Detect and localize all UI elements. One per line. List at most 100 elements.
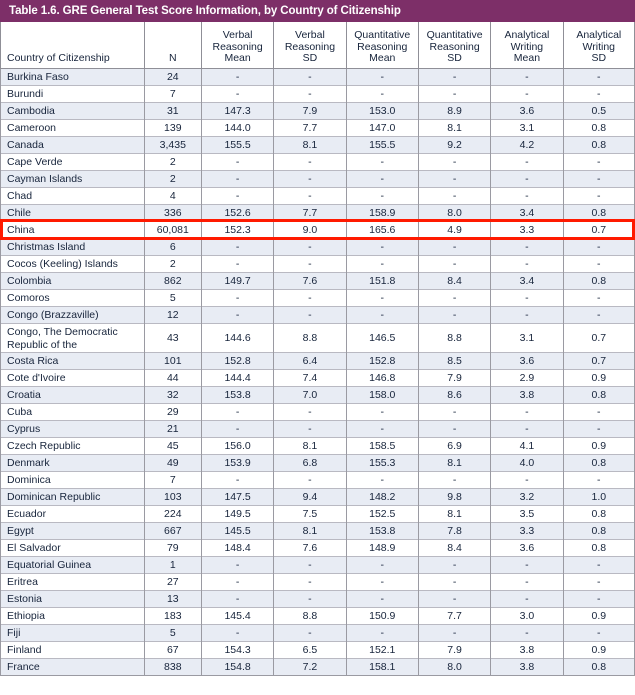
cell-value: 8.4 — [417, 271, 492, 289]
cell-value: 3,435 — [143, 135, 202, 153]
column-header-line: Mean — [369, 52, 396, 64]
cell-value: - — [200, 288, 275, 306]
table-row[interactable]: Canada 3,435 155.5 8.1 155.5 9.2 4.2 0.8 — [0, 135, 635, 153]
cell-value: - — [200, 254, 275, 272]
cell-country: Burkina Faso — [0, 67, 145, 85]
table-row[interactable]: Dominican Republic 103 147.5 9.4 148.2 9.8 3.2… — [0, 487, 635, 505]
cell-value: - — [273, 169, 347, 187]
table-row[interactable]: Burundi 7- - - - - - — [0, 84, 635, 102]
table-row[interactable]: El Salvador 79 148.4 7.6 148.9 8.4 3.6 0.8 — [0, 538, 635, 556]
table-row[interactable]: Eritrea 27- - - - - - — [0, 572, 635, 590]
column-header-line: Reasoning — [429, 40, 480, 53]
table-row[interactable]: Cambodia 31 147.3 7.9 153.0 8.9 3.6 0.5 — [0, 101, 635, 119]
cell-value: 6.9 — [417, 436, 492, 454]
cell-value: 0.8 — [562, 118, 635, 136]
table-row[interactable]: Congo (Brazzaville) 12- - - - - - — [0, 305, 635, 323]
cell-country: Czech Republic — [0, 436, 145, 454]
cell-value: - — [562, 67, 635, 85]
column-header-line: SD — [302, 52, 318, 64]
cell-value: 0.8 — [562, 203, 635, 221]
cell-value: - — [200, 589, 275, 607]
table-row[interactable]: Cyprus 21- - - - - - — [0, 419, 635, 437]
table-row[interactable]: France 838 154.8 7.2 158.1 8.0 3.8 0.8 — [0, 657, 635, 676]
table-row[interactable]: Chile 336 152.6 7.7 158.9 8.0 3.4 0.8 — [0, 203, 635, 221]
table-row[interactable]: Cote d'Ivoire 44 144.4 7.4 146.8 7.9 2.9 0.9 — [0, 368, 635, 386]
cell-value: - — [273, 623, 347, 641]
column-header-2: Verbal Reasoning Mean — [200, 22, 275, 69]
cell-value: 0.8 — [562, 657, 635, 676]
cell-value: 153.8 — [200, 385, 275, 403]
cell-value: - — [562, 288, 635, 306]
column-header-line: Country of Citizenship — [7, 52, 110, 64]
table-row[interactable]: Costa Rica 101 152.8 6.4 152.8 8.5 3.6 0.7 — [0, 351, 635, 369]
cell-value: - — [490, 169, 564, 187]
cell-value: - — [490, 419, 564, 437]
cell-value: 6.4 — [273, 351, 347, 369]
table-row[interactable]: Fiji 5- - - - - - — [0, 623, 635, 641]
cell-value: - — [345, 623, 419, 641]
table-row[interactable]: Comoros 5- - - - - - — [0, 288, 635, 306]
table-row[interactable]: Chad 4- - - - - - — [0, 186, 635, 204]
table-row[interactable]: Equatorial Guinea 1- - - - - - — [0, 555, 635, 573]
cell-value: - — [562, 305, 635, 323]
cell-value: 0.7 — [562, 322, 635, 352]
cell-value: 4.0 — [490, 453, 564, 471]
cell-value: 153.8 — [345, 521, 419, 539]
column-header-line: Analytical — [576, 29, 622, 41]
cell-value: 0.9 — [562, 640, 635, 658]
table-row[interactable]: Cameroon 139 144.0 7.7 147.0 8.1 3.1 0.8 — [0, 118, 635, 136]
table-row[interactable]: Burkina Faso 24- - - - - - — [0, 67, 635, 85]
table-row[interactable]: Congo, The Democratic Republic of the 43 1… — [0, 322, 635, 352]
table-row[interactable]: Colombia 862 149.7 7.6 151.8 8.4 3.4 0.8 — [0, 271, 635, 289]
cell-value: 147.0 — [345, 118, 419, 136]
table-row[interactable]: Czech Republic 45 156.0 8.1 158.5 6.9 4.1 0.9 — [0, 436, 635, 454]
cell-value: - — [273, 589, 347, 607]
cell-value: 150.9 — [345, 606, 419, 624]
table-row[interactable]: Cayman Islands 2- - - - - - — [0, 169, 635, 187]
cell-value: 155.5 — [200, 135, 275, 153]
table-header: Country of Citizenship N Verbal Reasoning Me… — [0, 22, 635, 69]
cell-value: 8.6 — [417, 385, 492, 403]
cell-value: - — [562, 186, 635, 204]
cell-value: - — [417, 305, 492, 323]
table-row[interactable]: Christmas Island 6- - - - - - — [0, 237, 635, 255]
cell-value: - — [417, 288, 492, 306]
cell-value: - — [562, 402, 635, 420]
cell-value: - — [273, 67, 347, 85]
table-row[interactable]: Denmark 49 153.9 6.8 155.3 8.1 4.0 0.8 — [0, 453, 635, 471]
column-header-0: Country of Citizenship — [0, 22, 145, 69]
cell-value: - — [417, 67, 492, 85]
cell-value: - — [345, 470, 419, 488]
cell-country: France — [0, 657, 145, 676]
table-row[interactable]: China 60,081 152.3 9.0 165.6 4.9 3.3 0.7 — [0, 220, 635, 238]
cell-value: 146.8 — [345, 368, 419, 386]
table-row[interactable]: Ecuador 224 149.5 7.5 152.5 8.1 3.5 0.8 — [0, 504, 635, 522]
cell-value: 7.7 — [273, 118, 347, 136]
cell-country: Canada — [0, 135, 145, 153]
table-row[interactable]: Egypt 667 145.5 8.1 153.8 7.8 3.3 0.8 — [0, 521, 635, 539]
cell-value: 3.8 — [490, 385, 564, 403]
cell-value: 154.8 — [200, 657, 275, 676]
cell-country: Cuba — [0, 402, 145, 420]
cell-value: 2 — [143, 254, 202, 272]
cell-value: - — [273, 254, 347, 272]
table-row[interactable]: Finland 67 154.3 6.5 152.1 7.9 3.8 0.9 — [0, 640, 635, 658]
cell-value: 153.0 — [345, 101, 419, 119]
cell-value: 158.1 — [345, 657, 419, 676]
table-row[interactable]: Cuba 29- - - - - - — [0, 402, 635, 420]
cell-value: 7.4 — [273, 368, 347, 386]
table-row[interactable]: Cape Verde 2- - - - - - — [0, 152, 635, 170]
table-row[interactable]: Ethiopia 183 145.4 8.8 150.9 7.7 3.0 0.9 — [0, 606, 635, 624]
cell-value: 49 — [143, 453, 202, 471]
cell-country: Cocos (Keeling) Islands — [0, 254, 145, 272]
table-row[interactable]: Cocos (Keeling) Islands 2- - - - - - — [0, 254, 635, 272]
table-title: Table 1.6. GRE General Test Score Inform… — [0, 0, 635, 22]
table-row[interactable]: Croatia 32 153.8 7.0 158.0 8.6 3.8 0.8 — [0, 385, 635, 403]
cell-value: - — [562, 623, 635, 641]
cell-country: China — [0, 220, 145, 238]
cell-value: 147.3 — [200, 101, 275, 119]
cell-value: 0.8 — [562, 271, 635, 289]
table-row[interactable]: Dominica 7- - - - - - — [0, 470, 635, 488]
cell-value: - — [200, 402, 275, 420]
table-row[interactable]: Estonia 13- - - - - - — [0, 589, 635, 607]
